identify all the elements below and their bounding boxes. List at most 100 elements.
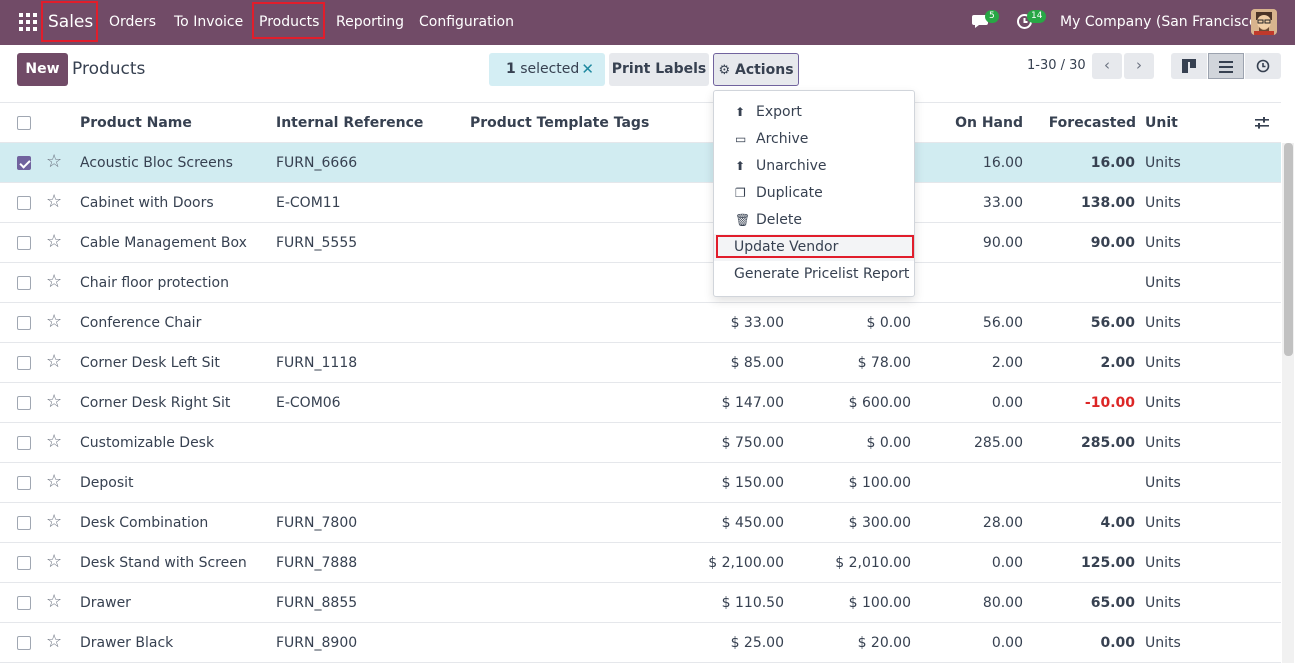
- activity-view-button[interactable]: [1245, 53, 1281, 79]
- cell-product-name: Acoustic Bloc Screens: [80, 155, 233, 171]
- row-checkbox[interactable]: [17, 396, 31, 410]
- apps-grid-icon[interactable]: [19, 13, 37, 31]
- menu-orders[interactable]: Orders: [109, 0, 156, 45]
- cell-product-name: Drawer Black: [80, 635, 174, 651]
- cell-on-hand: 80.00: [982, 595, 1023, 611]
- cell-on-hand: [923, 463, 1023, 503]
- favorite-star-icon[interactable]: ☆: [46, 303, 62, 343]
- selected-pill: 1 selected ✕: [489, 53, 605, 86]
- menu-item-delete-label: Delete: [756, 212, 802, 228]
- header-product-name[interactable]: Product Name: [80, 103, 192, 143]
- cell-on-hand: 2.00: [991, 355, 1023, 371]
- cell-on-hand: 90.00: [982, 235, 1023, 251]
- vertical-scrollbar[interactable]: [1282, 143, 1294, 663]
- favorite-star-icon[interactable]: ☆: [46, 263, 62, 303]
- menu-item-archive[interactable]: ▭ Archive: [714, 126, 914, 153]
- list-view-button[interactable]: [1208, 53, 1244, 79]
- header-internal-reference[interactable]: Internal Reference: [276, 103, 423, 143]
- cell-unit: Units: [1145, 435, 1181, 451]
- header-product-template-tags[interactable]: Product Template Tags: [470, 103, 649, 143]
- cell-sales-price: $ 25.00: [730, 635, 784, 651]
- cell-internal-reference: FURN_5555: [276, 235, 358, 251]
- table-row[interactable]: ☆ Desk Stand with Screen FURN_7888 $ 2,100.…: [0, 543, 1281, 583]
- row-checkbox[interactable]: [17, 596, 31, 610]
- print-labels-button[interactable]: Print Labels: [609, 53, 709, 86]
- cell-sales-price: $ 147.00: [721, 395, 784, 411]
- menu-to-invoice[interactable]: To Invoice: [174, 0, 243, 45]
- header-on-hand[interactable]: On Hand: [923, 103, 1023, 143]
- cell-product-name: Corner Desk Right Sit: [80, 395, 231, 411]
- select-all-checkbox[interactable]: [17, 116, 31, 130]
- cell-unit: Units: [1145, 235, 1181, 251]
- table-row[interactable]: ☆ Drawer FURN_8855 $ 110.50 $ 100.00 80.00 65.…: [0, 583, 1281, 623]
- row-checkbox[interactable]: [17, 636, 31, 650]
- row-checkbox[interactable]: [17, 556, 31, 570]
- table-row[interactable]: ☆ Customizable Desk $ 750.00 $ 0.00 285.00 28…: [0, 423, 1281, 463]
- messages-badge: 5: [985, 10, 999, 23]
- table-row[interactable]: ☆ Chair floor protection Units: [0, 263, 1281, 303]
- clear-selection-icon[interactable]: ✕: [581, 53, 594, 86]
- actions-button[interactable]: ⚙ Actions: [713, 53, 799, 86]
- cell-sales-price: $ 450.00: [721, 515, 784, 531]
- favorite-star-icon[interactable]: ☆: [46, 143, 62, 183]
- menu-item-generate-pricelist-report[interactable]: Generate Pricelist Report: [714, 261, 914, 288]
- table-row[interactable]: ☆ Deposit $ 150.00 $ 100.00 Units: [0, 463, 1281, 503]
- cell-product-name: Corner Desk Left Sit: [80, 355, 220, 371]
- row-checkbox[interactable]: [17, 236, 31, 250]
- favorite-star-icon[interactable]: ☆: [46, 543, 62, 583]
- row-checkbox[interactable]: [17, 356, 31, 370]
- table-row[interactable]: ☆ Conference Chair $ 33.00 $ 0.00 56.00 56.00…: [0, 303, 1281, 343]
- scrollbar-thumb[interactable]: [1284, 143, 1293, 356]
- unarchive-icon: ⬆: [735, 159, 746, 173]
- header-unit[interactable]: Unit: [1145, 103, 1178, 143]
- trash-icon: 🗑: [735, 213, 751, 227]
- favorite-star-icon[interactable]: ☆: [46, 343, 62, 383]
- pager-previous-button[interactable]: ‹: [1092, 53, 1122, 79]
- row-checkbox[interactable]: [17, 436, 31, 450]
- table-row[interactable]: ☆ Acoustic Bloc Screens FURN_6666 16.00 16.0…: [0, 143, 1281, 183]
- table-row[interactable]: ☆ Cable Management Box FURN_5555 90.00 90.00…: [0, 223, 1281, 263]
- table-row[interactable]: ☆ Cabinet with Doors E-COM11 33.00 138.00 Uni…: [0, 183, 1281, 223]
- kanban-view-button[interactable]: [1171, 53, 1207, 79]
- pager-value[interactable]: 1-30 / 30: [1027, 58, 1086, 73]
- cell-unit: Units: [1145, 315, 1181, 331]
- top-navbar: Sales Orders To Invoice Products Reporti…: [0, 0, 1295, 45]
- menu-configuration[interactable]: Configuration: [419, 0, 514, 45]
- row-checkbox[interactable]: [17, 196, 31, 210]
- row-checkbox[interactable]: [17, 276, 31, 290]
- favorite-star-icon[interactable]: ☆: [46, 463, 62, 503]
- user-avatar[interactable]: [1251, 9, 1277, 35]
- cell-forecasted: 56.00: [1090, 315, 1135, 331]
- favorite-star-icon[interactable]: ☆: [46, 583, 62, 623]
- table-row[interactable]: ☆ Corner Desk Right Sit E-COM06 $ 147.00 $ 6…: [0, 383, 1281, 423]
- cell-internal-reference: E-COM06: [276, 395, 341, 411]
- favorite-star-icon[interactable]: ☆: [46, 623, 62, 663]
- company-switcher[interactable]: My Company (San Francisco): [1060, 0, 1263, 45]
- menu-reporting[interactable]: Reporting: [336, 0, 404, 45]
- favorite-star-icon[interactable]: ☆: [46, 223, 62, 263]
- pager-next-button[interactable]: ›: [1124, 53, 1154, 79]
- table-row[interactable]: ☆ Corner Desk Left Sit FURN_1118 $ 85.00 $ 7…: [0, 343, 1281, 383]
- favorite-star-icon[interactable]: ☆: [46, 503, 62, 543]
- table-row[interactable]: ☆ Desk Combination FURN_7800 $ 450.00 $ 300.…: [0, 503, 1281, 543]
- row-checkbox[interactable]: [17, 476, 31, 490]
- gear-icon: ⚙: [718, 63, 731, 78]
- new-button[interactable]: New: [17, 53, 68, 86]
- favorite-star-icon[interactable]: ☆: [46, 423, 62, 463]
- favorite-star-icon[interactable]: ☆: [46, 383, 62, 423]
- menu-item-unarchive[interactable]: ⬆ Unarchive: [714, 153, 914, 180]
- cell-unit: Units: [1145, 395, 1181, 411]
- header-forecasted[interactable]: Forecasted: [1035, 103, 1136, 143]
- table-row[interactable]: ☆ Drawer Black FURN_8900 $ 25.00 $ 20.00 0.00…: [0, 623, 1281, 663]
- row-checkbox[interactable]: [17, 156, 31, 170]
- row-checkbox[interactable]: [17, 516, 31, 530]
- cell-unit: Units: [1145, 475, 1181, 491]
- row-checkbox[interactable]: [17, 316, 31, 330]
- cell-on-hand: [923, 263, 1023, 303]
- menu-item-export[interactable]: ⬆ Export: [714, 99, 914, 126]
- menu-item-delete[interactable]: 🗑 Delete: [714, 207, 914, 234]
- actions-label: Actions: [734, 62, 794, 78]
- optional-columns-icon[interactable]: [1255, 117, 1269, 133]
- favorite-star-icon[interactable]: ☆: [46, 183, 62, 223]
- menu-item-duplicate[interactable]: ❐ Duplicate: [714, 180, 914, 207]
